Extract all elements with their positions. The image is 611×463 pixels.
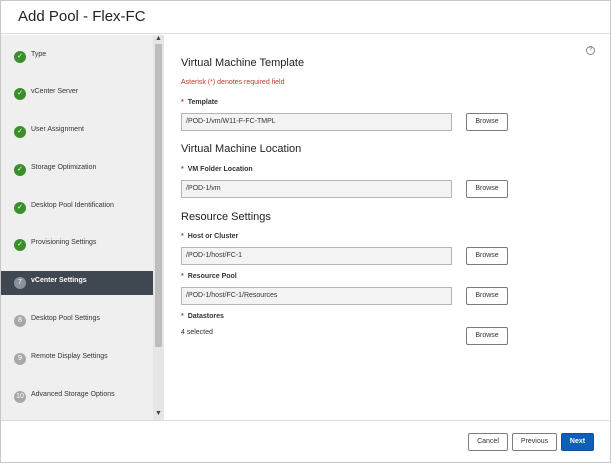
datastores-label-text: Datastores [187,313,224,320]
required-star: * [181,313,184,320]
sidebar-scrollbar[interactable]: ▲ ▼ [153,35,164,420]
section-heading-vm-location: Virtual Machine Location [181,143,302,155]
wizard-step-label: Remote Display Settings [31,353,108,360]
host-cluster-label-text: Host or Cluster [187,233,239,240]
dialog-footer: Cancel Previous Next [1,420,610,462]
template-browse-button[interactable]: Browse [466,113,508,131]
help-icon[interactable]: ? [586,46,595,55]
check-icon: ✓ [14,239,26,251]
section-heading-vm-template: Virtual Machine Template [181,57,305,69]
resource-pool-browse-button[interactable]: Browse [466,287,508,305]
check-icon: ✓ [14,51,26,63]
wizard-step-vcenter-settings[interactable]: 7 vCenter Settings [1,271,153,295]
resource-pool-label: * Resource Pool [181,273,237,280]
step-number-badge: 9 [14,353,26,365]
wizard-step-desktop-pool-identification[interactable]: ✓ Desktop Pool Identification [1,196,153,220]
wizard-step-label: User Assignment [31,126,84,133]
wizard-step-storage-optimization[interactable]: ✓ Storage Optimization [1,158,153,182]
wizard-step-label: Desktop Pool Identification [31,202,114,209]
datastores-selected-count: 4 selected [181,329,213,336]
wizard-content: ? Virtual Machine Template Asterisk (*) … [164,35,610,420]
template-label-text: Template [187,99,218,106]
required-star: * [181,166,184,173]
required-star: * [181,273,184,280]
vm-folder-browse-button[interactable]: Browse [466,180,508,198]
scroll-down-icon[interactable]: ▼ [155,410,162,418]
previous-button[interactable]: Previous [512,433,557,451]
wizard-step-user-assignment[interactable]: ✓ User Assignment [1,120,153,144]
wizard-step-label: vCenter Server [31,88,79,95]
datastores-label: * Datastores [181,313,224,320]
check-icon: ✓ [14,164,26,176]
step-number-badge: 8 [14,315,26,327]
wizard-step-provisioning-settings[interactable]: ✓ Provisioning Settings [1,233,153,257]
next-button[interactable]: Next [561,433,594,451]
wizard-step-label: Storage Optimization [31,164,97,171]
section-heading-resource-settings: Resource Settings [181,211,271,223]
host-cluster-browse-button[interactable]: Browse [466,247,508,265]
template-field[interactable]: /POD-1/vm/W11-F-FC-TMPL [181,113,452,131]
template-label: * Template [181,99,218,106]
host-cluster-label: * Host or Cluster [181,233,238,240]
resource-pool-field[interactable]: /POD-1/host/FC-1/Resources [181,287,452,305]
check-icon: ✓ [14,126,26,138]
step-number-badge: 7 [14,277,26,289]
wizard-step-vcenter-server[interactable]: ✓ vCenter Server [1,82,153,106]
vm-folder-label-text: VM Folder Location [187,166,253,173]
dialog-title: Add Pool - Flex-FC [18,8,146,25]
host-cluster-field[interactable]: /POD-1/host/FC-1 [181,247,452,265]
wizard-step-label: Desktop Pool Settings [31,315,100,322]
resource-pool-label-text: Resource Pool [187,273,237,280]
scroll-up-icon[interactable]: ▲ [155,35,162,43]
wizard-step-label: vCenter Settings [31,277,87,284]
required-field-note: Asterisk (*) denotes required field [181,79,285,86]
wizard-step-label: Advanced Storage Options [31,391,115,398]
scrollbar-thumb[interactable] [155,44,162,347]
datastores-browse-button[interactable]: Browse [466,327,508,345]
check-icon: ✓ [14,88,26,100]
wizard-step-type[interactable]: ✓ Type [1,45,153,69]
wizard-step-desktop-pool-settings[interactable]: 8 Desktop Pool Settings [1,309,153,333]
vm-folder-field[interactable]: /POD-1/vm [181,180,452,198]
wizard-step-label: Provisioning Settings [31,239,97,246]
wizard-sidebar: ✓ Type ✓ vCenter Server ✓ User Assignmen… [1,35,164,420]
required-star: * [181,99,184,106]
wizard-step-label: Type [31,51,47,58]
add-pool-dialog: Add Pool - Flex-FC ✓ Type ✓ vCenter Serv… [0,0,611,463]
check-icon: ✓ [14,202,26,214]
vm-folder-label: * VM Folder Location [181,166,253,173]
required-star: * [181,233,184,240]
wizard-step-remote-display-settings[interactable]: 9 Remote Display Settings [1,347,153,371]
dialog-header: Add Pool - Flex-FC [1,1,610,34]
step-number-badge: 10 [14,391,26,403]
cancel-button[interactable]: Cancel [468,433,508,451]
wizard-step-advanced-storage-options[interactable]: 10 Advanced Storage Options [1,385,153,409]
